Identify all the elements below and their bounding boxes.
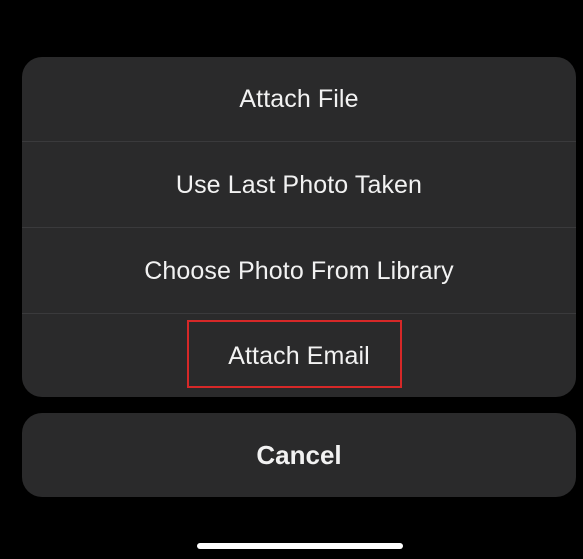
home-indicator: [197, 543, 403, 549]
attach-file-button[interactable]: Attach File: [22, 57, 576, 141]
separator: [22, 313, 576, 314]
screen: Attach File Use Last Photo Taken Choose …: [0, 0, 583, 559]
action-sheet: Attach File Use Last Photo Taken Choose …: [22, 57, 576, 397]
use-last-photo-label: Use Last Photo Taken: [175, 170, 423, 199]
separator: [22, 141, 576, 142]
attach-email-label: Attach Email: [228, 341, 370, 370]
cancel-button[interactable]: Cancel: [22, 413, 576, 497]
attach-file-label: Attach File: [239, 84, 359, 113]
separator: [22, 227, 576, 228]
attach-email-button[interactable]: Attach Email: [22, 315, 576, 397]
cancel-label: Cancel: [256, 439, 342, 470]
choose-photo-label: Choose Photo From Library: [144, 256, 454, 285]
choose-photo-button[interactable]: Choose Photo From Library: [22, 229, 576, 313]
use-last-photo-button[interactable]: Use Last Photo Taken: [22, 143, 576, 227]
